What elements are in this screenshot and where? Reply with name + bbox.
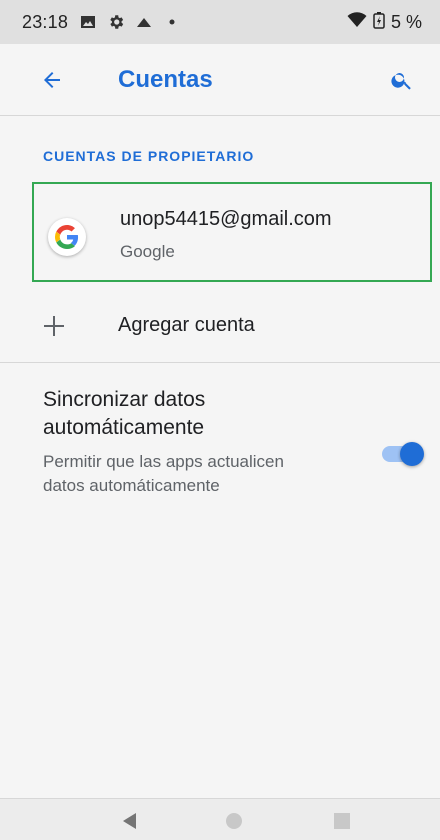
account-email: unop54415@gmail.com xyxy=(120,208,332,230)
nav-home-icon xyxy=(226,813,242,829)
auto-sync-toggle[interactable] xyxy=(380,442,426,466)
toggle-thumb xyxy=(400,442,424,466)
auto-sync-setting[interactable]: Sincronizar datos automáticamente Permit… xyxy=(0,372,440,542)
nav-recents-button[interactable] xyxy=(330,809,354,833)
add-account-button[interactable]: Agregar cuenta xyxy=(0,290,440,362)
nav-home-button[interactable] xyxy=(222,809,246,833)
navigation-bar xyxy=(0,798,440,840)
status-time: 23:18 xyxy=(22,11,69,32)
page-title: Cuentas xyxy=(118,66,213,93)
back-button[interactable] xyxy=(36,64,68,96)
nav-back-button[interactable] xyxy=(118,809,142,833)
auto-sync-title: Sincronizar datos automáticamente xyxy=(43,388,206,439)
divider xyxy=(0,362,440,363)
gear-icon xyxy=(106,12,126,32)
battery-percent: 5 % xyxy=(390,11,422,32)
wifi-icon xyxy=(347,11,367,33)
section-header: CUENTAS DE PROPIETARIO xyxy=(43,148,255,164)
app-bar: Cuentas xyxy=(0,44,440,116)
search-icon xyxy=(391,73,411,90)
nav-recents-icon xyxy=(334,813,350,829)
nav-back-icon xyxy=(123,813,136,829)
image-icon xyxy=(78,12,98,32)
add-account-label: Agregar cuenta xyxy=(118,314,255,336)
arrow-left-icon xyxy=(44,72,60,88)
status-right: 5 % xyxy=(347,11,422,34)
battery-charging-icon xyxy=(373,11,385,34)
account-type: Google xyxy=(120,242,175,261)
google-icon xyxy=(48,218,86,256)
account-item[interactable]: unop54415@gmail.com Google xyxy=(32,182,432,282)
plus-icon xyxy=(44,316,64,336)
auto-sync-description: Permitir que las apps actualicen datos a… xyxy=(43,452,284,495)
search-button[interactable] xyxy=(386,64,418,96)
dot-icon xyxy=(162,12,182,32)
triangle-icon xyxy=(134,12,154,32)
status-bar: 23:18 5 % xyxy=(0,0,440,44)
